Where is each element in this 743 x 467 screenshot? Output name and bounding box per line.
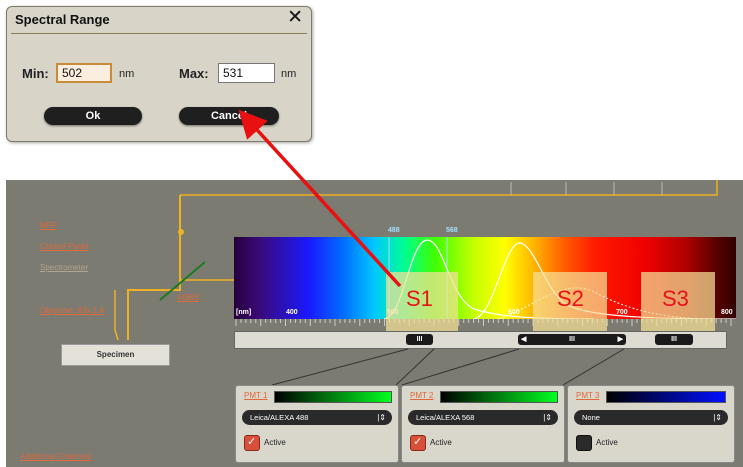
pmt-active-checkbox-2[interactable]: ✓: [410, 435, 426, 451]
select-arrows-icon: |⇕: [377, 413, 386, 422]
pmt-active-checkbox-3[interactable]: [576, 435, 592, 451]
pmt-color-bar-3: [606, 391, 726, 403]
pmt-panel-1: PMT 1 Leica/ALEXA 488 |⇕ ✓ Active: [235, 385, 399, 463]
pmt-name-2[interactable]: PMT 2: [410, 391, 433, 400]
select-arrows-icon: |⇕: [713, 413, 722, 422]
checkmark-icon: ✓: [413, 436, 423, 448]
pmt-dye-select-2[interactable]: Leica/ALEXA 568 |⇕: [408, 410, 558, 425]
pmt-active-label-1: Active: [264, 438, 286, 447]
pmt-dye-2: Leica/ALEXA 568: [416, 413, 475, 422]
pmt-dye-3: None: [582, 413, 600, 422]
pmt-color-bar-2: [440, 391, 558, 403]
pmt-dye-select-3[interactable]: None |⇕: [574, 410, 728, 425]
pmt-name-1[interactable]: PMT 1: [244, 391, 267, 400]
pmt-active-checkbox-1[interactable]: ✓: [244, 435, 260, 451]
pmt-color-bar-1: [274, 391, 392, 403]
pmt-active-label-2: Active: [430, 438, 452, 447]
pmt-panel-2: PMT 2 Leica/ALEXA 568 |⇕ ✓ Active: [401, 385, 565, 463]
pmt-panel-3: PMT 3 None |⇕ Active: [567, 385, 735, 463]
pmt-active-label-3: Active: [596, 438, 618, 447]
pmt-dye-select-1[interactable]: Leica/ALEXA 488 |⇕: [242, 410, 392, 425]
pmt-dye-1: Leica/ALEXA 488: [250, 413, 309, 422]
pmt-name-3[interactable]: PMT 3: [576, 391, 599, 400]
select-arrows-icon: |⇕: [543, 413, 552, 422]
checkmark-icon: ✓: [247, 436, 257, 448]
